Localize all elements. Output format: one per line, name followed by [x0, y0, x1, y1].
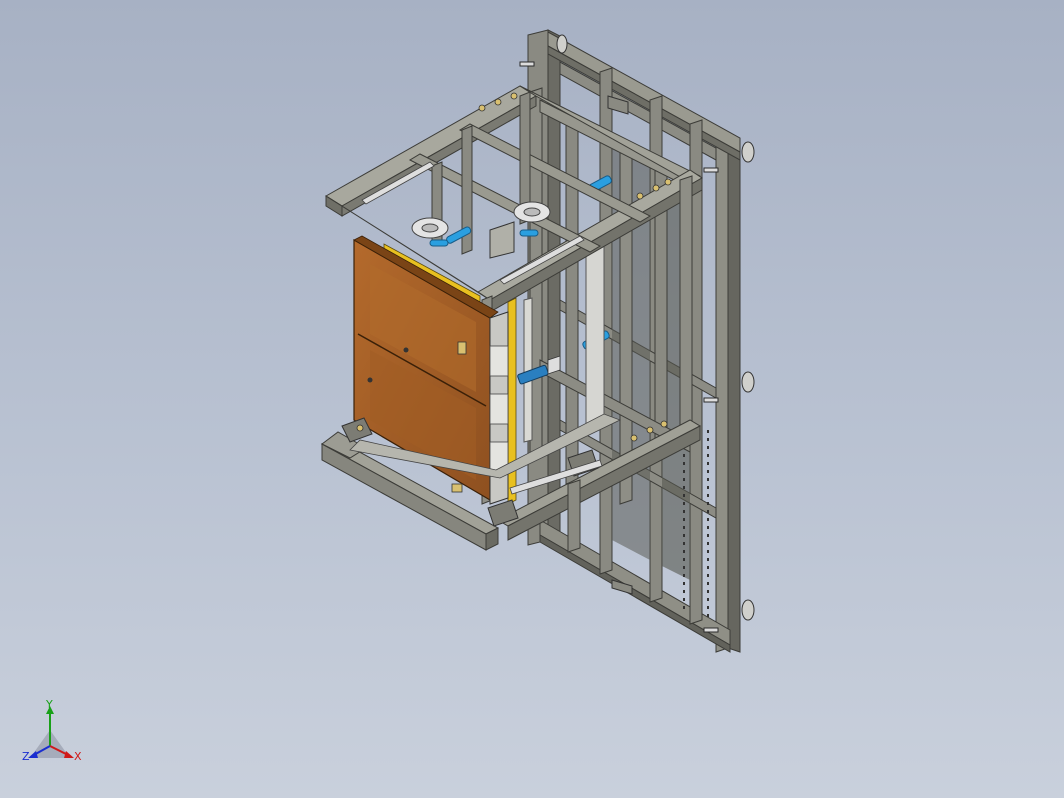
triad-z-label: Z: [22, 750, 30, 763]
orientation-triad[interactable]: Y X Z: [14, 700, 104, 780]
rear-frame[interactable]: [519, 29, 755, 653]
triad-y-label: Y: [45, 700, 53, 711]
cad-viewport[interactable]: Y X Z: [0, 0, 1064, 798]
triad-x-label: X: [74, 750, 82, 763]
assembly-model[interactable]: [0, 0, 1064, 798]
